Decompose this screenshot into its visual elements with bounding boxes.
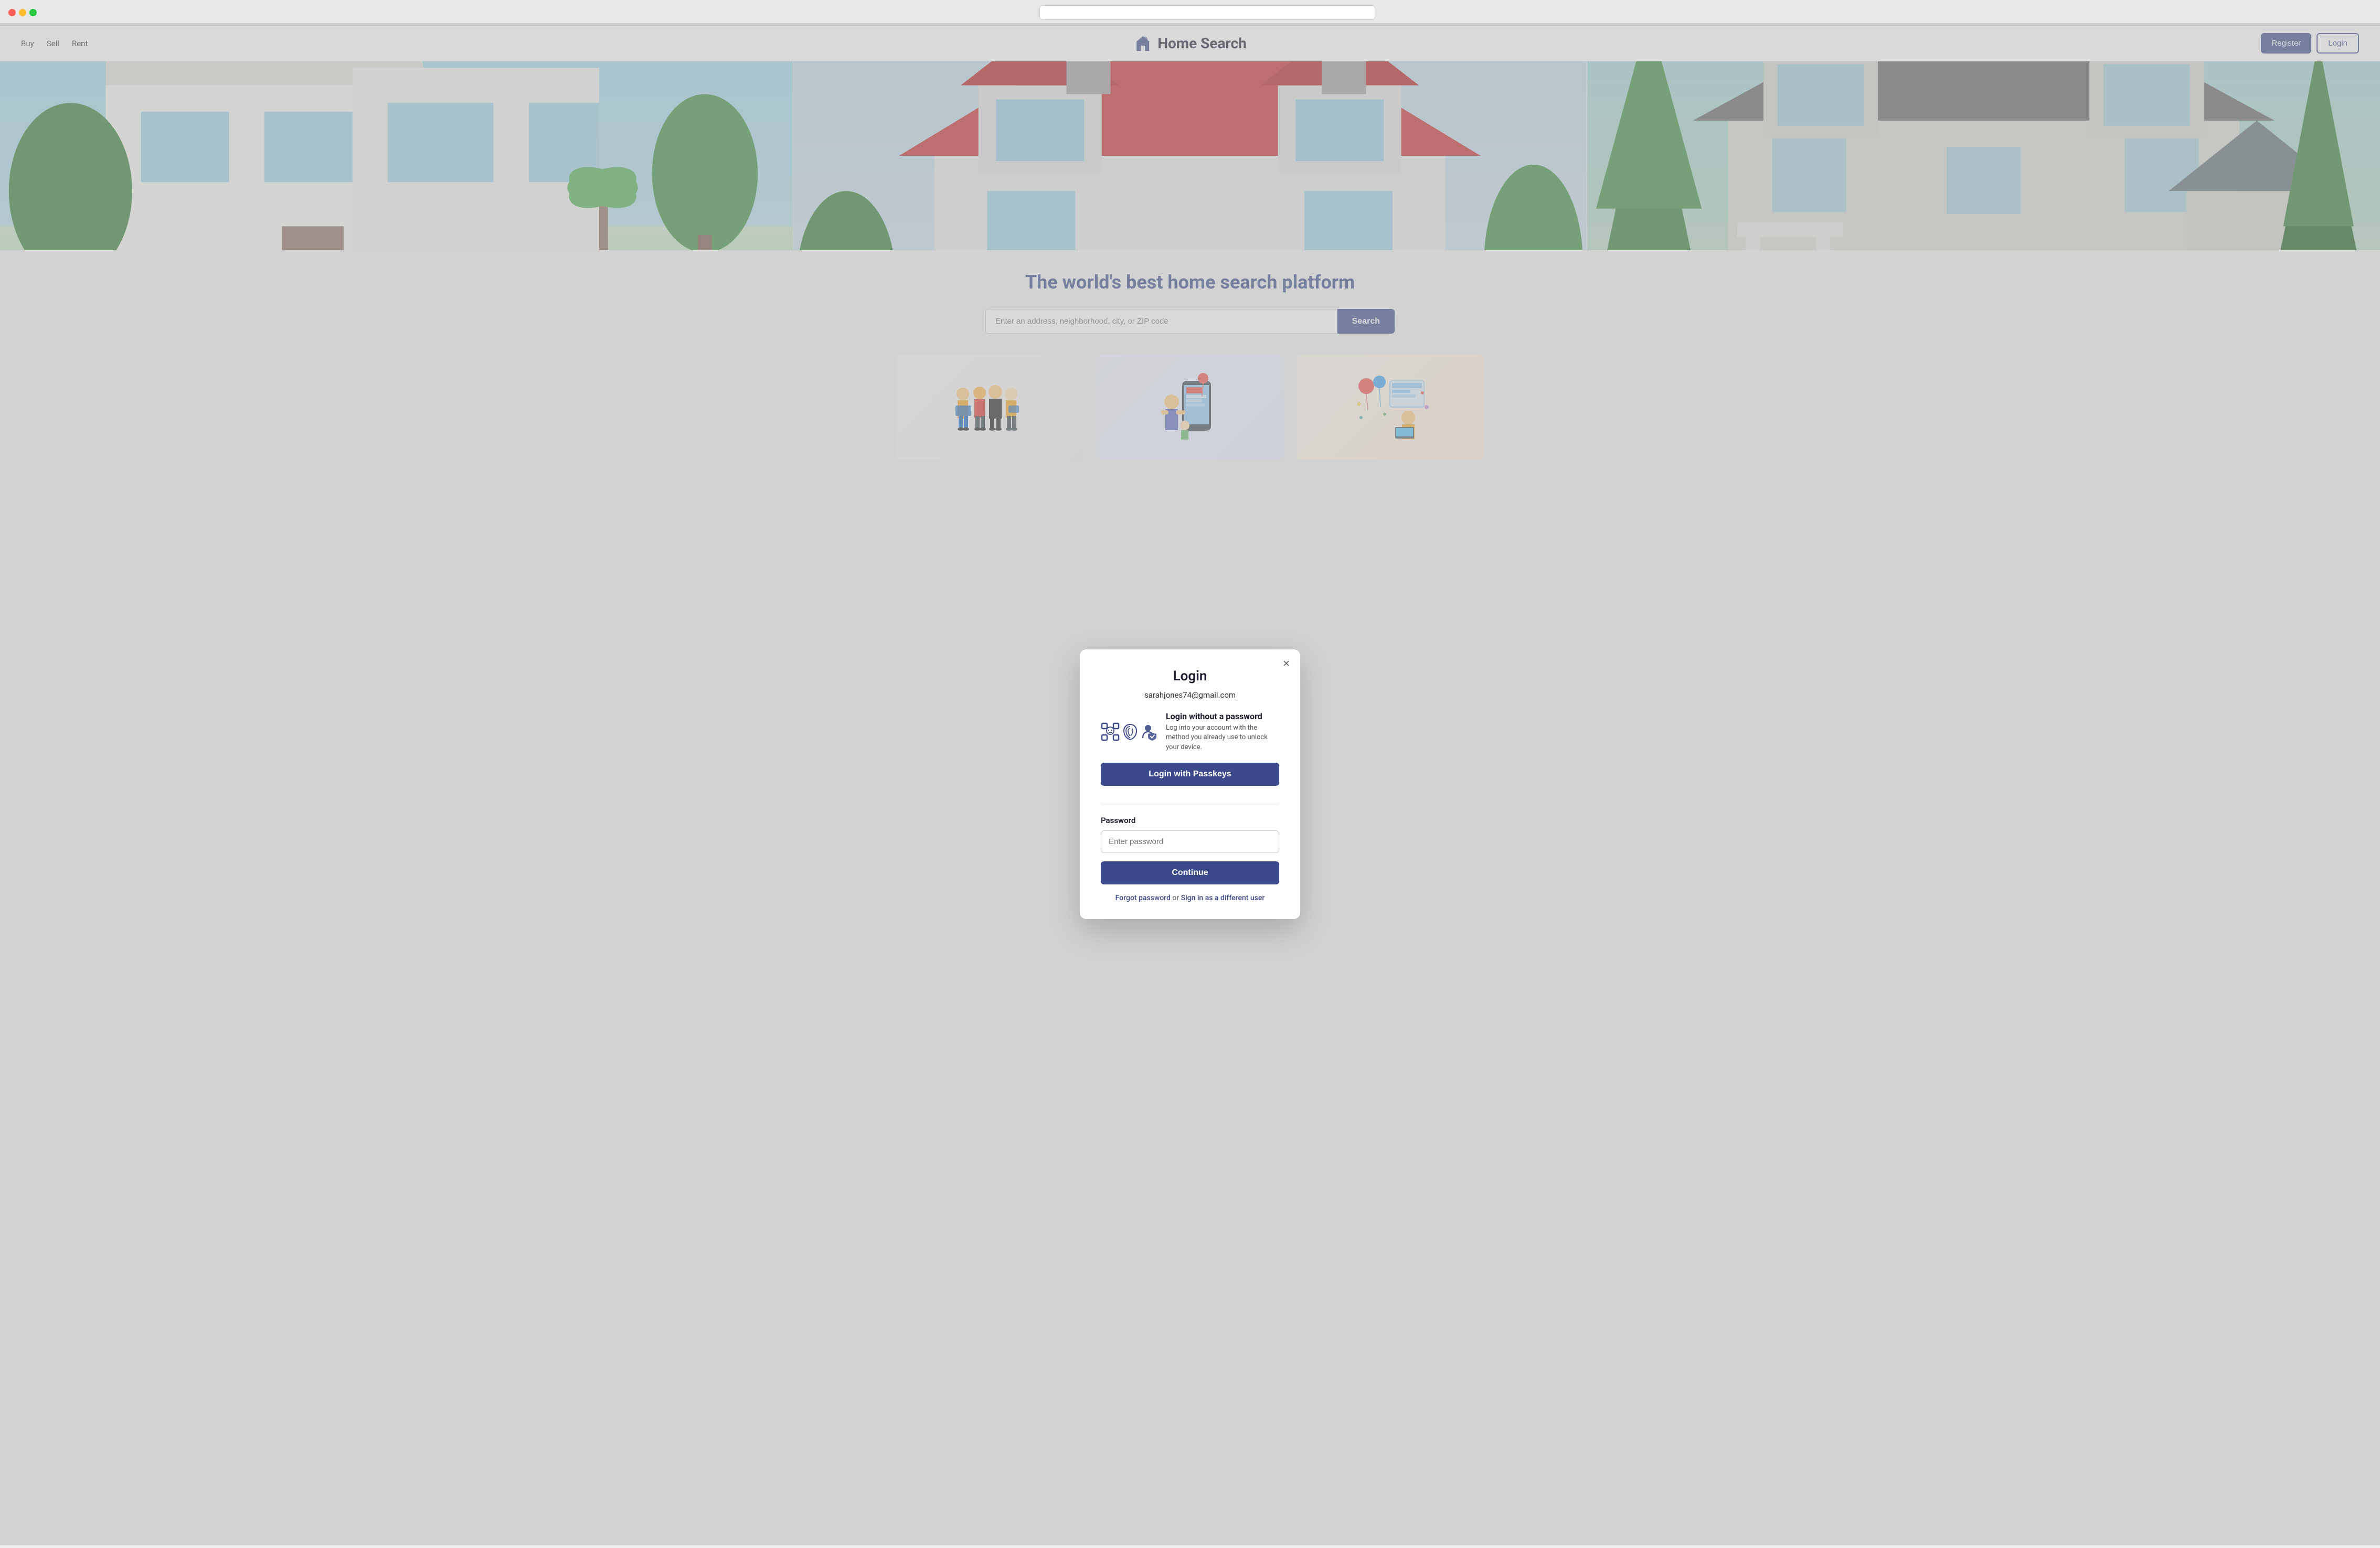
forgot-password-link[interactable]: Forgot password bbox=[1115, 894, 1171, 902]
password-input[interactable] bbox=[1101, 830, 1279, 853]
user-shield-icon bbox=[1141, 722, 1157, 741]
passkey-text: Login without a password Log into your a… bbox=[1166, 711, 1279, 752]
passkey-icons bbox=[1101, 722, 1157, 741]
minimize-traffic-light[interactable] bbox=[19, 9, 26, 16]
address-bar[interactable] bbox=[1039, 5, 1375, 20]
passkey-description: Log into your account with the method yo… bbox=[1166, 723, 1279, 752]
or-text: or bbox=[1172, 894, 1181, 902]
traffic-lights bbox=[8, 9, 37, 16]
passkey-heading: Login without a password bbox=[1166, 711, 1279, 721]
sign-in-different-link[interactable]: Sign in as a different user bbox=[1181, 894, 1265, 902]
passkey-section: Login without a password Log into your a… bbox=[1101, 711, 1279, 752]
continue-button[interactable]: Continue bbox=[1101, 861, 1279, 884]
face-scan-icon bbox=[1101, 722, 1120, 741]
modal-title: Login bbox=[1101, 668, 1279, 684]
modal-email: sarahjones74@gmail.com bbox=[1101, 690, 1279, 700]
modal-footer: Forgot password or Sign in as a differen… bbox=[1101, 894, 1279, 902]
login-with-passkeys-button[interactable]: Login with Passkeys bbox=[1101, 763, 1279, 786]
close-traffic-light[interactable] bbox=[8, 9, 16, 16]
modal-close-button[interactable]: × bbox=[1283, 658, 1290, 669]
fingerprint-icon bbox=[1122, 722, 1139, 741]
password-label: Password bbox=[1101, 816, 1279, 825]
browser-chrome bbox=[0, 0, 2380, 26]
modal-overlay[interactable]: × Login sarahjones74@gmail.com bbox=[0, 23, 2380, 1545]
fullscreen-traffic-light[interactable] bbox=[29, 9, 37, 16]
login-modal: × Login sarahjones74@gmail.com bbox=[1080, 649, 1300, 919]
